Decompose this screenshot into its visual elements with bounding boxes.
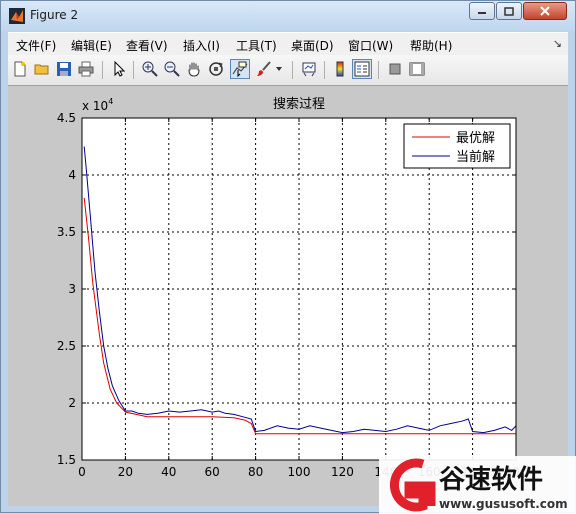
menu-desktop[interactable]: 桌面(D) (291, 37, 334, 54)
minimize-icon (478, 12, 486, 14)
rotate-3d-icon (209, 62, 223, 76)
zoom-in-button[interactable] (140, 59, 160, 79)
toolbar-separator (378, 61, 379, 79)
maximize-button[interactable] (496, 2, 522, 20)
colorbar-icon (336, 61, 344, 77)
legend-label-best: 最优解 (456, 131, 495, 146)
zoom-out-icon (164, 61, 180, 77)
dropdown-arrow-icon (276, 67, 282, 71)
y-tick-label: 4.5 (57, 111, 76, 125)
save-button[interactable] (54, 59, 74, 79)
toolbar-separator (324, 61, 325, 79)
link-plot-icon (302, 62, 316, 77)
menu-insert[interactable]: 插入(I) (183, 37, 220, 54)
chart-title: 搜索过程 (273, 97, 325, 112)
toolbar-separator (133, 61, 134, 79)
menu-overflow-arrow[interactable]: ↘ (553, 37, 562, 50)
open-button[interactable] (32, 59, 52, 79)
matlab-logo-icon (9, 8, 25, 24)
pan-button[interactable] (184, 59, 204, 79)
brush-dropdown-button[interactable] (274, 59, 284, 79)
open-folder-icon (34, 64, 49, 75)
hide-plot-tools-button[interactable] (385, 59, 405, 79)
pointer-icon (114, 61, 126, 77)
menu-view[interactable]: 查看(V) (126, 37, 168, 54)
menu-edit[interactable]: 编辑(E) (71, 37, 112, 54)
x-tick-label: 100 (288, 465, 311, 479)
figure-window: Figure 2 文件(F) 编辑(E) 查看(V) 插入(I) 工具(T) 桌… (0, 0, 576, 514)
close-icon (540, 6, 550, 16)
line-chart[interactable]: 020406080100120140160180200 1.522.533.54… (8, 86, 568, 506)
watermark-brand: 谷速软件 (439, 465, 543, 495)
x-tick-label: 80 (248, 465, 263, 479)
legend-button[interactable] (352, 59, 372, 79)
y-tick-label: 1.5 (57, 453, 76, 467)
new-figure-icon (14, 61, 26, 77)
y-tick-label: 4 (68, 168, 76, 182)
y-tick-label: 3.5 (57, 225, 76, 239)
menu-help[interactable]: 帮助(H) (410, 37, 452, 54)
hide-plot-tools-icon (389, 63, 401, 75)
y-exponent-label: x 104 (82, 97, 113, 113)
brush-icon (257, 61, 271, 76)
data-cursor-icon (232, 61, 248, 77)
pan-hand-icon (188, 62, 200, 77)
save-icon (57, 62, 71, 76)
close-button[interactable] (523, 2, 567, 20)
x-tick-label: 120 (331, 465, 354, 479)
print-button[interactable] (76, 59, 96, 79)
zoom-out-button[interactable] (162, 59, 182, 79)
x-tick-label: 0 (78, 465, 86, 479)
menu-bar: 文件(F) 编辑(E) 查看(V) 插入(I) 工具(T) 桌面(D) 窗口(W… (8, 32, 568, 55)
zoom-in-icon (142, 61, 158, 77)
y-tick-label: 2.5 (57, 339, 76, 353)
x-tick-label: 20 (118, 465, 133, 479)
new-figure-button[interactable] (10, 59, 30, 79)
minimize-button[interactable] (469, 2, 495, 20)
y-tick-label: 3 (68, 282, 76, 296)
brush-button[interactable] (254, 59, 274, 79)
x-tick-label: 60 (205, 465, 220, 479)
window-title: Figure 2 (30, 8, 79, 22)
menu-file[interactable]: 文件(F) (16, 37, 56, 54)
show-plot-tools-icon (409, 62, 425, 76)
legend-icon (354, 61, 370, 77)
figure-toolbar (8, 55, 568, 86)
y-tick-label: 2 (68, 396, 76, 410)
pointer-button[interactable] (109, 59, 129, 79)
toolbar-separator (292, 61, 293, 79)
maximize-icon (504, 6, 514, 16)
x-tick-label: 40 (161, 465, 176, 479)
colorbar-button[interactable] (330, 59, 350, 79)
watermark-logo: 谷速软件 www.gususoft.com (379, 456, 576, 514)
print-icon (78, 61, 94, 77)
legend[interactable]: 最优解 当前解 (403, 123, 511, 169)
legend-label-current: 当前解 (456, 149, 495, 165)
figure-canvas: 020406080100120140160180200 1.522.533.54… (8, 86, 568, 506)
rotate-3d-button[interactable] (206, 59, 226, 79)
toolbar-separator (102, 61, 103, 79)
link-plot-button[interactable] (299, 59, 319, 79)
watermark-url: www.gususoft.com (439, 497, 568, 511)
title-bar[interactable]: Figure 2 (1, 1, 575, 31)
y-tick-labels: 1.5 2 2.5 3 3.5 4 4.5 (57, 111, 76, 467)
show-plot-tools-button[interactable] (407, 59, 427, 79)
menu-window[interactable]: 窗口(W) (348, 37, 393, 54)
data-cursor-button[interactable] (230, 59, 250, 79)
menu-tools[interactable]: 工具(T) (236, 37, 277, 54)
